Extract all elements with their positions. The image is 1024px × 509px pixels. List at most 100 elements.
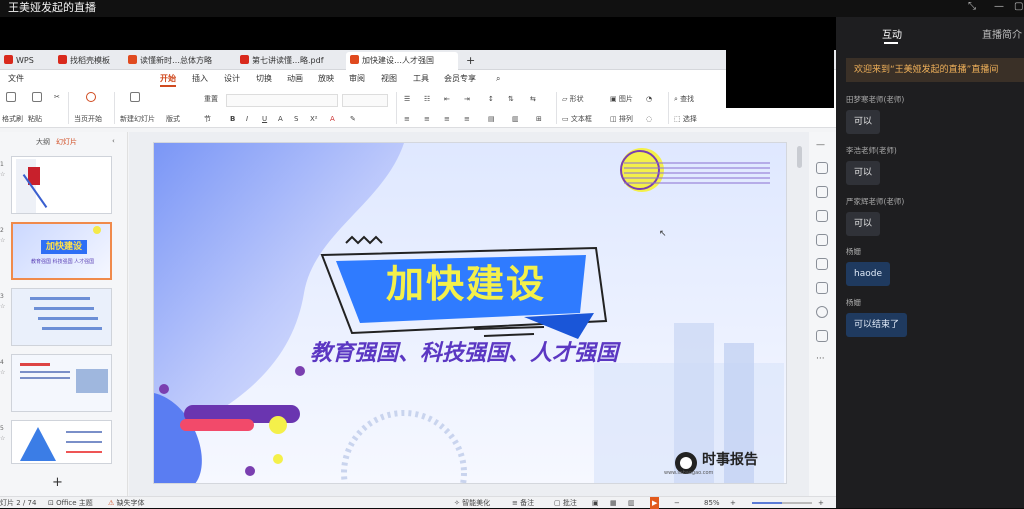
- new-tab-button[interactable]: +: [462, 52, 482, 70]
- align-center-icon[interactable]: ≡: [424, 114, 430, 124]
- strikethrough-icon[interactable]: A: [278, 114, 283, 124]
- tab-templates[interactable]: 找稻壳模板: [54, 52, 120, 70]
- indent-icon[interactable]: ⇤: [444, 94, 450, 104]
- zoom-level[interactable]: 85%: [704, 497, 720, 509]
- zoom-slider[interactable]: [752, 502, 812, 504]
- menu-slideshow[interactable]: 放映: [318, 70, 334, 88]
- vertical-scrollbar[interactable]: [797, 146, 802, 168]
- align-right-icon[interactable]: ≡: [444, 114, 450, 124]
- paste-icon[interactable]: [32, 92, 42, 102]
- sorter-view-icon[interactable]: ▦: [610, 497, 617, 509]
- menu-home[interactable]: 开始: [160, 70, 176, 88]
- highlight-icon[interactable]: ✎: [350, 114, 356, 124]
- notes-button[interactable]: ≡ 备注: [512, 497, 534, 509]
- menu-transition[interactable]: 切换: [256, 70, 272, 88]
- vertical-align-icon[interactable]: ⊞: [536, 114, 542, 124]
- normal-view-icon[interactable]: ▣: [592, 497, 599, 509]
- line-spacing-icon[interactable]: ↕: [488, 94, 494, 104]
- minimize-icon[interactable]: —: [994, 0, 1004, 14]
- current-slide[interactable]: 加快建设 教育强国、科技强国、人才强国 时事报告 www.ssbaogao.co…: [153, 142, 787, 484]
- new-slide-icon[interactable]: [130, 92, 140, 102]
- outline-icon[interactable]: ◌: [646, 114, 652, 124]
- arrange-button[interactable]: ◫ 排列: [610, 114, 633, 124]
- text-direction-icon[interactable]: ⇆: [530, 94, 536, 104]
- bullets-icon[interactable]: ☰: [404, 94, 410, 104]
- search-icon[interactable]: ⌕: [496, 70, 500, 88]
- shrink-icon[interactable]: ⤡: [968, 0, 976, 14]
- fit-window-icon[interactable]: +: [818, 497, 824, 509]
- find-button[interactable]: ⌕ 查找: [674, 94, 694, 104]
- settings-icon[interactable]: [816, 162, 828, 174]
- tab-pdf[interactable]: 第七讲读懂…略.pdf: [236, 52, 342, 70]
- star-icon[interactable]: [816, 186, 828, 198]
- justify-icon[interactable]: ≡: [464, 114, 470, 124]
- paste-button[interactable]: 粘贴: [28, 114, 42, 124]
- numbering-icon[interactable]: ☷: [424, 94, 430, 104]
- maximize-icon[interactable]: ▢: [1014, 0, 1023, 14]
- missing-font-button[interactable]: ⚠ 缺失字体: [108, 497, 145, 509]
- tab-outline[interactable]: 大纲: [36, 137, 50, 147]
- shadow-icon[interactable]: S: [294, 114, 298, 124]
- menu-review[interactable]: 审阅: [349, 70, 365, 88]
- more-icon[interactable]: ···: [816, 354, 828, 366]
- picture-button[interactable]: ▣ 图片: [610, 94, 633, 104]
- zoom-out-icon[interactable]: −: [674, 497, 680, 509]
- underline-icon[interactable]: U: [262, 114, 267, 124]
- current-start-button[interactable]: 当页开始: [74, 114, 102, 124]
- menu-tools[interactable]: 工具: [413, 70, 429, 88]
- font-size-input[interactable]: [342, 94, 388, 107]
- menu-insert[interactable]: 插入: [192, 70, 208, 88]
- columns-icon[interactable]: ▥: [512, 114, 519, 124]
- collapse-icon[interactable]: —: [816, 140, 828, 152]
- format-painter-icon[interactable]: [6, 92, 16, 102]
- cut-icon[interactable]: ✂: [54, 92, 60, 102]
- italic-icon[interactable]: I: [246, 114, 248, 124]
- shirt-icon[interactable]: [816, 330, 828, 342]
- new-slide-button[interactable]: 新建幻灯片: [120, 114, 155, 124]
- reading-view-icon[interactable]: ▥: [628, 497, 635, 509]
- menu-design[interactable]: 设计: [224, 70, 240, 88]
- comments-button[interactable]: ▢ 批注: [554, 497, 577, 509]
- outdent-icon[interactable]: ⇥: [464, 94, 470, 104]
- tab-interaction[interactable]: 互动: [882, 26, 902, 41]
- collapse-pane-icon[interactable]: ‹: [112, 137, 115, 145]
- menu-view[interactable]: 视图: [381, 70, 397, 88]
- format-painter-button[interactable]: 格式刷: [2, 114, 23, 124]
- edit-icon[interactable]: [816, 234, 828, 246]
- tab-live-intro[interactable]: 直播简介: [982, 26, 1022, 41]
- textbox-button[interactable]: ▭ 文本框: [562, 114, 592, 124]
- slide-thumbnail-1[interactable]: [11, 156, 112, 214]
- theme-name[interactable]: ⊡ Office 主题: [48, 497, 93, 509]
- slide-thumbnail-4[interactable]: [11, 354, 112, 412]
- font-name-input[interactable]: [226, 94, 338, 107]
- zoom-in-icon[interactable]: +: [730, 497, 736, 509]
- reset-button[interactable]: 重置: [204, 94, 218, 104]
- play-slideshow-icon[interactable]: ▶: [650, 497, 660, 509]
- layout-button[interactable]: 版式: [166, 114, 180, 124]
- bold-icon[interactable]: B: [230, 114, 235, 124]
- tools-icon[interactable]: [816, 258, 828, 270]
- play-icon[interactable]: [86, 92, 96, 102]
- help-icon[interactable]: [816, 306, 828, 318]
- tab-wps-office[interactable]: WPS Office: [0, 52, 50, 83]
- menu-file[interactable]: 文件: [8, 70, 24, 88]
- tab-doc-1[interactable]: 读懂新时…总体方略: [124, 52, 234, 70]
- tab-slides[interactable]: 幻灯片: [56, 137, 77, 147]
- slide-thumbnail-3[interactable]: [11, 288, 112, 346]
- menu-vip[interactable]: 会员专享: [444, 70, 476, 88]
- menu-animation[interactable]: 动画: [287, 70, 303, 88]
- distribute-icon[interactable]: ▤: [488, 114, 495, 124]
- slide-thumbnail-5[interactable]: [11, 420, 112, 464]
- align-left-icon[interactable]: ≡: [404, 114, 410, 124]
- select-button[interactable]: ⬚ 选择: [674, 114, 697, 124]
- superscript-icon[interactable]: X²: [310, 114, 318, 124]
- section-button[interactable]: 节: [204, 114, 211, 124]
- font-color-icon[interactable]: A: [330, 114, 335, 124]
- fill-icon[interactable]: ◔: [646, 94, 652, 104]
- copy-icon[interactable]: [816, 210, 828, 222]
- sort-icon[interactable]: ⇅: [508, 94, 514, 104]
- add-slide-button[interactable]: +: [52, 475, 63, 490]
- shape-button[interactable]: ▱ 形状: [562, 94, 584, 104]
- book-icon[interactable]: [816, 282, 828, 294]
- slide-thumbnail-2[interactable]: 加快建设 教育强国 科技强国 人才强国: [11, 222, 112, 280]
